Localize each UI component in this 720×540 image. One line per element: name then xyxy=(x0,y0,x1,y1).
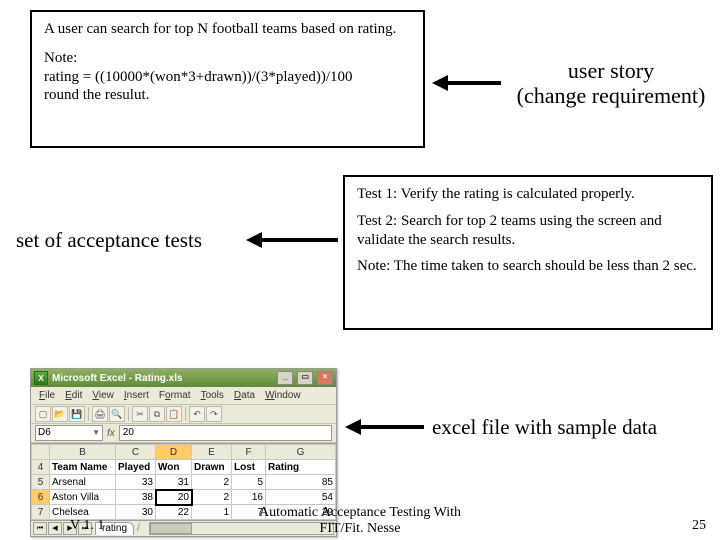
maximize-button[interactable]: ▭ xyxy=(297,371,313,385)
cell[interactable]: Team Name xyxy=(50,460,116,475)
cell[interactable]: 54 xyxy=(266,490,336,505)
cut-icon[interactable]: ✂ xyxy=(132,406,148,422)
cell[interactable]: Rating xyxy=(266,460,336,475)
cell[interactable]: Won xyxy=(156,460,192,475)
excel-titlebar: X Microsoft Excel - Rating.xls _ ▭ × xyxy=(31,369,336,387)
col-header[interactable]: F xyxy=(232,445,266,460)
menu-format[interactable]: Format xyxy=(155,390,195,401)
menu-window[interactable]: Window xyxy=(261,390,305,401)
footer-page: 25 xyxy=(692,518,706,534)
name-box[interactable]: D6 ▼ xyxy=(35,425,103,441)
row-header[interactable]: 5 xyxy=(32,475,50,490)
row-header[interactable]: 4 xyxy=(32,460,50,475)
user-story-label: user story (change requirement) xyxy=(503,58,719,109)
formula-value[interactable]: 20 xyxy=(119,425,332,441)
close-button[interactable]: × xyxy=(317,371,333,385)
menu-data[interactable]: Data xyxy=(230,390,259,401)
test-2: Test 2: Search for top 2 teams using the… xyxy=(357,212,699,250)
menu-view[interactable]: View xyxy=(88,390,118,401)
story-line1: A user can search for top N football tea… xyxy=(44,20,411,39)
save-icon[interactable]: 💾 xyxy=(69,406,85,422)
footer-center-1: Automatic Acceptance Testing With xyxy=(259,505,461,520)
cell[interactable]: Lost xyxy=(232,460,266,475)
table-row: 5 Arsenal 33 31 2 5 85 xyxy=(32,475,336,490)
corner-cell[interactable] xyxy=(32,445,50,460)
table-row: 4 Team Name Played Won Drawn Lost Rating xyxy=(32,460,336,475)
cell[interactable]: 38 xyxy=(116,490,156,505)
user-story-label-l1: user story xyxy=(503,58,719,83)
story-round: round the resulut. xyxy=(44,86,411,105)
tests-box: Test 1: Verify the rating is calculated … xyxy=(343,175,713,330)
cell[interactable]: 16 xyxy=(232,490,266,505)
excel-menubar: File Edit View Insert Format Tools Data … xyxy=(31,387,336,405)
test-1: Test 1: Verify the rating is calculated … xyxy=(357,185,699,204)
chevron-down-icon[interactable]: ▼ xyxy=(92,426,100,440)
cell[interactable]: 33 xyxy=(116,475,156,490)
tests-note: Note: The time taken to search should be… xyxy=(357,257,699,276)
story-formula: rating = ((10000*(won*3+drawn))/(3*playe… xyxy=(44,68,411,87)
col-header[interactable]: E xyxy=(192,445,232,460)
menu-tools[interactable]: Tools xyxy=(197,390,228,401)
open-icon[interactable]: 📂 xyxy=(52,406,68,422)
arrow-stem xyxy=(260,238,338,242)
cell[interactable]: 2 xyxy=(192,475,232,490)
arrow-stem xyxy=(446,81,501,85)
cell[interactable]: 31 xyxy=(156,475,192,490)
arrow-stem xyxy=(359,425,424,429)
excel-label: excel file with sample data xyxy=(432,415,657,440)
name-box-value: D6 xyxy=(38,426,51,440)
col-header[interactable]: D xyxy=(156,445,192,460)
menu-file[interactable]: File xyxy=(35,390,59,401)
copy-icon[interactable]: ⧉ xyxy=(149,406,165,422)
preview-icon[interactable]: 🔍 xyxy=(109,406,125,422)
user-story-box: A user can search for top N football tea… xyxy=(30,10,425,148)
cell[interactable]: Drawn xyxy=(192,460,232,475)
col-header[interactable]: B xyxy=(50,445,116,460)
redo-icon[interactable]: ↷ xyxy=(206,406,222,422)
cell[interactable]: 5 xyxy=(232,475,266,490)
footer-title: Automatic Acceptance Testing With FIT/Fi… xyxy=(0,505,720,536)
col-header[interactable]: G xyxy=(266,445,336,460)
fx-icon[interactable]: fx xyxy=(105,428,117,439)
user-story-label-l2: (change requirement) xyxy=(503,83,719,108)
cell[interactable]: Arsenal xyxy=(50,475,116,490)
col-header[interactable]: C xyxy=(116,445,156,460)
undo-icon[interactable]: ↶ xyxy=(189,406,205,422)
excel-formulabar: D6 ▼ fx 20 xyxy=(31,424,336,443)
story-note-label: Note: xyxy=(44,49,411,68)
cell[interactable]: 2 xyxy=(192,490,232,505)
excel-title: Microsoft Excel - Rating.xls xyxy=(52,373,183,384)
cell[interactable]: Aston Villa xyxy=(50,490,116,505)
excel-app-icon: X xyxy=(34,371,48,385)
cell[interactable]: 85 xyxy=(266,475,336,490)
paste-icon[interactable]: 📋 xyxy=(166,406,182,422)
acceptance-tests-label: set of acceptance tests xyxy=(16,228,202,253)
table-row: 6 Aston Villa 38 20 2 16 54 xyxy=(32,490,336,505)
window-controls: _ ▭ × xyxy=(276,371,333,385)
menu-insert[interactable]: Insert xyxy=(120,390,153,401)
excel-toolbar: ▢ 📂 💾 🖨 🔍 ✂ ⧉ 📋 ↶ ↷ xyxy=(31,405,336,424)
cell[interactable]: 20 xyxy=(156,490,192,505)
print-icon[interactable]: 🖨 xyxy=(92,406,108,422)
footer-center-2: FIT/Fit. Nesse xyxy=(320,521,401,536)
new-icon[interactable]: ▢ xyxy=(35,406,51,422)
menu-edit[interactable]: Edit xyxy=(61,390,86,401)
col-header-row: B C D E F G xyxy=(32,445,336,460)
row-header[interactable]: 6 xyxy=(32,490,50,505)
cell[interactable]: Played xyxy=(116,460,156,475)
minimize-button[interactable]: _ xyxy=(277,371,293,385)
